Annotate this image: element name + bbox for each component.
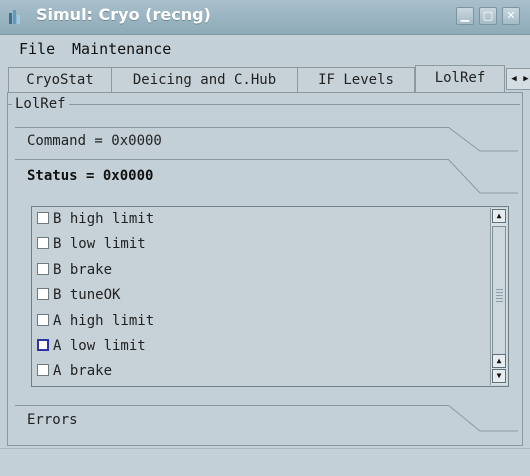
grip-icon [496,289,503,303]
scroll-thumb[interactable] [492,226,506,366]
checkbox-label: B high limit [53,211,155,227]
tab-scroll-right-icon[interactable]: ▶ [520,72,530,86]
close-button[interactable]: ✕ [502,7,520,25]
menu-maintenance[interactable]: Maintenance [72,40,171,58]
status-label: Status = 0x0000 [27,168,154,184]
menu-bar: File Maintenance [0,35,530,63]
section-expander-icon [448,405,518,432]
scroll-up-icon[interactable]: ▲ [492,354,506,368]
group-title: LolRef [12,96,69,112]
checkbox[interactable] [37,263,49,275]
status-bits-list[interactable]: B high limit B low limit B brake B tuneO… [31,206,509,387]
tab-deicing-and-chub[interactable]: Deicing and C.Hub [111,67,298,92]
tab-if-levels[interactable]: IF Levels [297,67,415,92]
window-title: Simul: Cryo (recng) [36,5,211,24]
section-expander-icon [448,159,518,194]
checkbox-label: B tuneOK [53,287,121,303]
group-divider [8,104,520,105]
checkbox[interactable] [37,364,49,376]
section-divider [15,405,449,406]
checkbox[interactable] [37,237,49,249]
scroll-down-icon[interactable]: ▼ [492,369,506,383]
checkbox[interactable] [37,288,49,300]
tab-cryostat[interactable]: CryoStat [8,67,112,92]
maximize-button[interactable]: □ [479,7,497,25]
app-icon[interactable] [9,9,23,24]
title-bar[interactable]: Simul: Cryo (recng) ▁ □ ✕ [0,0,530,35]
errors-section[interactable]: Errors [15,397,518,437]
tab-scroll-left-icon[interactable]: ◀ [508,72,520,86]
errors-label: Errors [27,412,78,428]
section-expander-icon [448,127,518,152]
vertical-scrollbar[interactable]: ▲ ▲ ▼ [490,208,507,385]
checkbox-label: B low limit [53,236,146,252]
scroll-up-icon[interactable]: ▲ [492,209,506,223]
checkbox[interactable] [37,339,49,351]
minimize-button[interactable]: ▁ [456,7,474,25]
checkbox[interactable] [37,212,49,224]
minimize-icon: ▁ [460,9,470,22]
tab-scroll-buttons: ◀ ▶ [506,68,530,90]
close-icon: ✕ [506,9,516,22]
maximize-icon: □ [482,9,494,22]
checkbox-label: A high limit [53,313,155,329]
section-divider [15,159,449,160]
menu-file[interactable]: File [19,40,55,58]
checkbox-label: B brake [53,262,113,278]
checkbox[interactable] [37,314,49,326]
status-bar [0,448,530,476]
command-label: Command = 0x0000 [27,133,162,149]
checkbox-label: A brake [53,363,113,379]
tab-bar: CryoStat Deicing and C.Hub IF Levels Lol… [8,65,530,93]
app-window: Simul: Cryo (recng) ▁ □ ✕ File Maintenan… [0,0,530,476]
checkbox-label: A low limit [53,338,146,354]
section-divider [15,127,449,128]
status-section[interactable]: Status = 0x0000 [15,152,518,200]
tab-lolref[interactable]: LolRef [415,65,505,92]
